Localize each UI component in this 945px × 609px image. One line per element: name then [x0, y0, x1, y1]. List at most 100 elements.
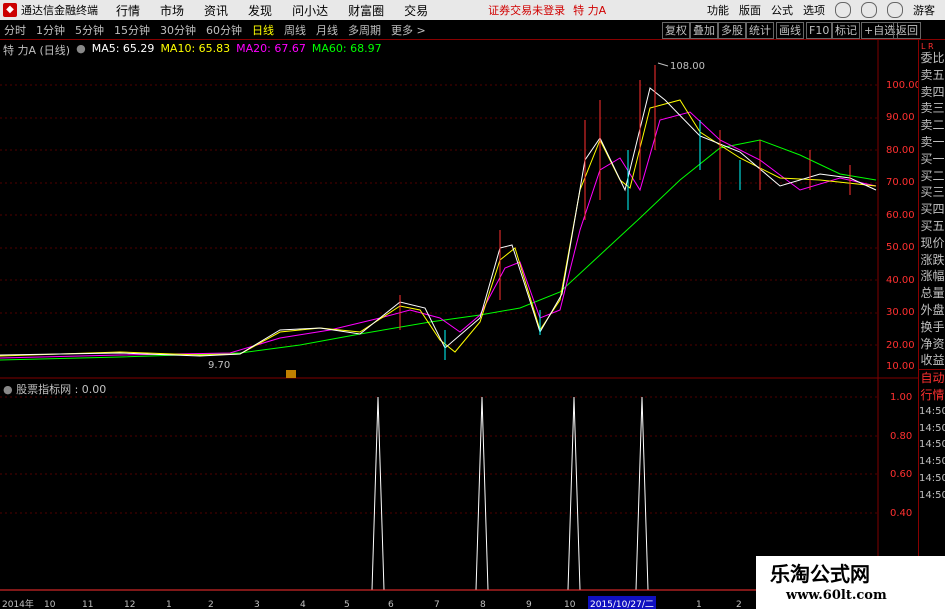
indicator-axis-labels: 1.00 0.80 0.60 0.40 — [890, 392, 912, 519]
svg-text:0.40: 0.40 — [890, 508, 912, 519]
sidebar-hangqing[interactable]: 行情 — [919, 387, 945, 404]
f10-button[interactable]: F10 — [806, 22, 833, 39]
sidebar-sell4[interactable]: 卖四 — [919, 84, 945, 101]
biaoji-button[interactable]: 标记 — [832, 22, 860, 39]
app-name: 通达信金融终端 — [21, 4, 98, 17]
menu-gongshi[interactable]: 公式 — [771, 2, 793, 18]
sidebar-corner[interactable]: L R — [921, 42, 934, 51]
sidebar-time: 14:50 — [919, 422, 945, 434]
tab-5min[interactable]: 5分钟 — [75, 22, 104, 38]
x-tick: 6 — [388, 600, 394, 609]
sidebar-auto[interactable]: 自动 — [919, 369, 945, 387]
sidebar-turnover[interactable]: 换手 — [919, 319, 945, 336]
back-button[interactable]: 返回 — [893, 22, 921, 39]
menu-jiaoyi[interactable]: 交易 — [404, 2, 428, 19]
x-tick: 1 — [166, 600, 172, 609]
candles-down — [444, 120, 741, 360]
x-tick: 2 — [208, 600, 214, 609]
sidebar-buy3[interactable]: 买三 — [919, 184, 945, 201]
sidebar-volume[interactable]: 总量 — [919, 285, 945, 302]
tab-60min[interactable]: 60分钟 — [206, 22, 242, 38]
indicator-value: 股票指标网 : 0.00 — [16, 383, 107, 396]
svg-text:1.00: 1.00 — [890, 392, 912, 403]
sidebar-earnings[interactable]: 收益 — [919, 352, 945, 369]
menu-wenxiaoda[interactable]: 问小达 — [292, 2, 328, 19]
tab-multi-period[interactable]: 多周期 — [348, 22, 381, 38]
sidebar-net-asset[interactable]: 净资 — [919, 336, 945, 353]
login-notice[interactable]: 证券交易未登录 — [488, 2, 565, 18]
tab-monthly[interactable]: 月线 — [316, 22, 338, 38]
x-tick: 2 — [736, 600, 742, 609]
sidebar-time: 14:50 — [919, 439, 945, 451]
sidebar-buy2[interactable]: 买二 — [919, 168, 945, 185]
event-marker-icon[interactable] — [286, 370, 296, 378]
sidebar-outer[interactable]: 外盘 — [919, 302, 945, 319]
menu-hangqing[interactable]: 行情 — [116, 2, 140, 19]
indicator-legend: ● 股票指标网 : 0.00 — [3, 381, 106, 397]
duogu-button[interactable]: 多股 — [718, 22, 746, 39]
tongji-button[interactable]: 统计 — [746, 22, 774, 39]
diejia-button[interactable]: 叠加 — [690, 22, 718, 39]
svg-text:0.60: 0.60 — [890, 469, 912, 480]
x-tick: 11 — [82, 600, 93, 609]
fuquan-button[interactable]: 复权 — [662, 22, 690, 39]
help-icon[interactable] — [835, 2, 851, 18]
kline-chart[interactable]: 108.00 9.70 100.00 90.00 80.00 70.00 60.… — [0, 40, 918, 596]
sidebar-sell1[interactable]: 卖一 — [919, 134, 945, 151]
menu-banmian[interactable]: 版面 — [739, 2, 761, 18]
menu-shichang[interactable]: 市场 — [160, 2, 184, 19]
sidebar-change-pct[interactable]: 涨幅 — [919, 268, 945, 285]
date-axis: 2014年 10 11 12 1 2 3 4 5 6 7 8 9 10 2015… — [2, 596, 742, 609]
watermark-url: www.60lt.com — [786, 588, 887, 603]
svg-text:0.80: 0.80 — [890, 431, 912, 442]
indicator-dot-icon: ● — [3, 383, 13, 396]
svg-text:100.00: 100.00 — [886, 80, 918, 91]
tab-weekly[interactable]: 周线 — [284, 22, 306, 38]
x-tick: 9 — [526, 600, 532, 609]
quote-sidebar: L R 委比 卖五 卖四 卖三 卖二 卖一 买一 买二 买三 买四 买五 现价 … — [918, 40, 945, 609]
mail-icon[interactable] — [861, 2, 877, 18]
sidebar-time: 14:50 — [919, 456, 945, 468]
sidebar-buy4[interactable]: 买四 — [919, 201, 945, 218]
x-tick: 8 — [480, 600, 486, 609]
sidebar-price[interactable]: 现价 — [919, 235, 945, 252]
tab-more[interactable]: 更多 > — [391, 22, 426, 38]
guest-label[interactable]: 游客 — [913, 2, 935, 18]
svg-text:10.00: 10.00 — [886, 361, 915, 372]
title-bar: ◆ 通达信金融终端 行情 市场 资讯 发现 问小达 财富圈 交易 证券交易未登录… — [0, 0, 945, 20]
tab-daily[interactable]: 日线 — [252, 22, 274, 38]
x-tick: 5 — [344, 600, 350, 609]
tab-1min[interactable]: 1分钟 — [36, 22, 65, 38]
watermark-cn: 乐淘公式网 — [770, 562, 870, 586]
sidebar-buy1[interactable]: 买一 — [919, 151, 945, 168]
period-tabbar: 分时 1分钟 5分钟 15分钟 30分钟 60分钟 日线 周线 月线 多周期 更… — [0, 21, 945, 40]
menu-caifuquan[interactable]: 财富圈 — [348, 2, 384, 19]
svg-text:70.00: 70.00 — [886, 177, 915, 188]
sidebar-change[interactable]: 涨跌 — [919, 252, 945, 269]
sidebar-sell5[interactable]: 卖五 — [919, 67, 945, 84]
sidebar-sell3[interactable]: 卖三 — [919, 100, 945, 117]
huaxian-button[interactable]: 画线 — [776, 22, 804, 39]
site-watermark: 乐淘公式网 www.60lt.com — [756, 556, 945, 609]
ma5-line — [0, 87, 877, 357]
tab-fenshi[interactable]: 分时 — [4, 22, 26, 38]
menu-gongneng[interactable]: 功能 — [707, 2, 729, 18]
price-gridlines — [0, 84, 878, 346]
x-tick: 12 — [124, 600, 135, 609]
menu-zixun[interactable]: 资讯 — [204, 2, 228, 19]
svg-text:50.00: 50.00 — [886, 242, 915, 253]
sidebar-time: 14:50 — [919, 489, 945, 501]
sidebar-sell2[interactable]: 卖二 — [919, 117, 945, 134]
x-tick: 7 — [434, 600, 440, 609]
user-icon[interactable] — [887, 2, 903, 18]
sidebar-buy5[interactable]: 买五 — [919, 218, 945, 235]
svg-text:30.00: 30.00 — [886, 307, 915, 318]
menu-xuanxiang[interactable]: 选项 — [803, 2, 825, 18]
low-label: 9.70 — [208, 360, 230, 371]
x-tick: 2014年 — [2, 598, 34, 609]
menu-faxian[interactable]: 发现 — [248, 2, 272, 19]
tab-30min[interactable]: 30分钟 — [160, 22, 196, 38]
tab-15min[interactable]: 15分钟 — [114, 22, 150, 38]
sidebar-weibi[interactable]: 委比 — [919, 50, 945, 67]
x-tick: 4 — [300, 600, 306, 609]
